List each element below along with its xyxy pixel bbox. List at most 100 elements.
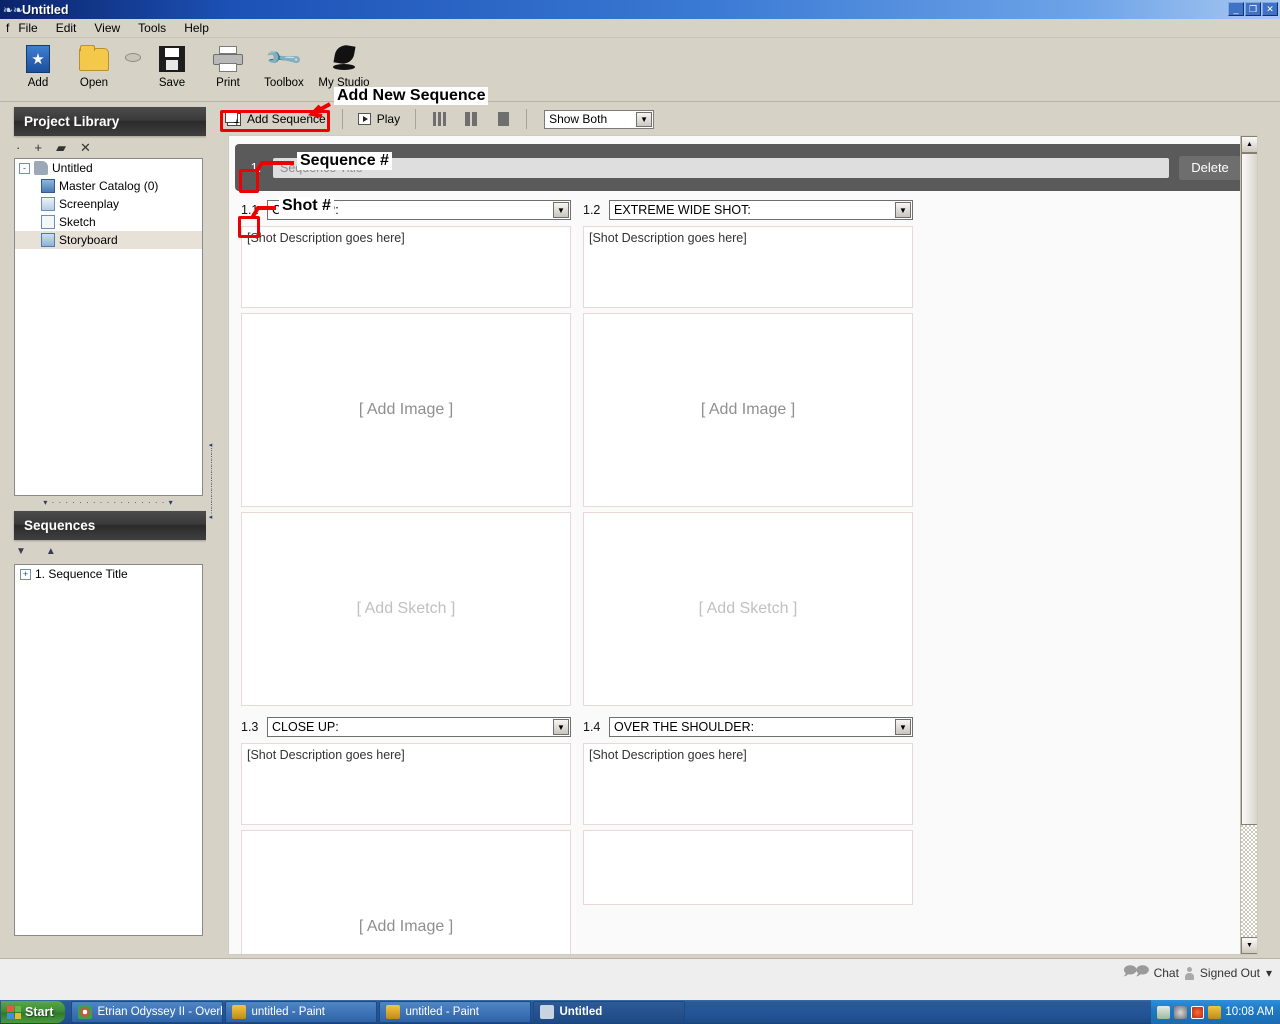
shot-number: 1.4 [583,720,601,734]
sequences-list[interactable]: + 1. Sequence Title [14,564,203,936]
scrollbar-thumb[interactable] [1241,153,1257,825]
sequence-title-input[interactable]: Sequence Title [273,157,1169,178]
scrollbar-track[interactable] [1241,825,1257,937]
expand-icon[interactable]: + [20,568,31,580]
application-window: ❧❧ Untitled _ ❐ ✕ f File Edit View Tools… [0,0,1280,1024]
shot-description-input[interactable]: [Shot Description goes here] [583,226,913,308]
app-icon [34,161,48,175]
book-icon [41,179,55,193]
signed-out-label[interactable]: Signed Out [1200,966,1260,980]
shot-panel-1-1: 1.1 CLOSE UP: ▼ [Shot Description goes h… [235,197,577,714]
chevron-down-icon[interactable]: ▼ [895,202,911,218]
two-column-view-button[interactable] [455,108,487,130]
chevron-down-icon[interactable]: ▼ [636,111,653,127]
taskbar-item-paint-1[interactable]: untitled - Paint [225,1001,378,1023]
scroll-down-button[interactable]: ▼ [1241,937,1257,954]
toolbar-button-print[interactable]: Print [200,38,256,89]
chevron-down-icon[interactable]: ▼ [895,719,911,735]
move-down-icon[interactable]: ▼ [16,546,26,557]
toolbar-button-my-studio[interactable]: My Studio [312,38,376,89]
tree-item-storyboard[interactable]: Storyboard [15,231,202,249]
shot-type-select[interactable]: CLOSE UP: ▼ [267,717,571,737]
minimize-button[interactable]: _ [1228,2,1244,16]
tree-label: Untitled [52,161,93,175]
three-column-view-button[interactable] [423,108,455,130]
shot-description-input[interactable]: [Shot Description goes here] [583,743,913,825]
delete-sequence-button[interactable]: Delete [1179,155,1241,180]
shot-type-select[interactable]: OVER THE SHOULDER: ▼ [609,717,913,737]
taskbar-item-etrian-odyssey[interactable]: Etrian Odyssey II - Overl... [71,1001,224,1023]
toolbar-button-add[interactable]: Add [10,38,66,89]
tree-item-screenplay[interactable]: Screenplay [15,195,202,213]
scroll-up-button[interactable]: ▲ [1241,136,1257,153]
storyboard-toolbar: Add Sequence Play Show Both ▼ [215,105,1280,133]
add-sketch-placeholder[interactable]: [ Add Sketch ] [241,512,571,706]
splitter-grip-icon[interactable]: ◂ ⋮ ⋮ ⋮ ⋮ ⋮ ⋮ ⋮ ⋮ ⋮ ⋮ ⋮ ◂ [208,443,213,553]
shot-type-select[interactable]: EXTREME WIDE SHOT: ▼ [609,200,913,220]
project-library-header: Project Library [14,107,207,136]
add-image-placeholder[interactable] [583,830,913,905]
toolbar-button-save[interactable]: Save [144,38,200,89]
add-sketch-placeholder[interactable]: [ Add Sketch ] [583,512,913,706]
add-icon[interactable]: + [34,141,42,154]
sequences-toolbar: ▼ ▲ [0,540,215,562]
dot-icon[interactable]: · [16,141,20,154]
shot-description-input[interactable]: [Shot Description goes here] [241,743,571,825]
play-button[interactable]: Play [350,109,408,129]
tree-toggle-icon[interactable]: - [19,162,30,174]
app-icon [540,1005,555,1019]
clock[interactable]: 10:08 AM [1225,1006,1274,1018]
add-image-placeholder[interactable]: [ Add Image ] [241,830,571,954]
move-up-icon[interactable]: ▲ [46,546,56,557]
tree-item-untitled[interactable]: - Untitled [15,159,202,177]
show-mode-select[interactable]: Show Both ▼ [544,109,655,129]
shield-icon[interactable] [1191,1005,1205,1019]
left-sidebar: Project Library · + ▰ ✕ - Untitled Maste… [0,103,215,958]
menu-item-view[interactable]: View [85,20,129,36]
chevron-down-icon[interactable]: ▼ [553,202,569,218]
menu-item-tools[interactable]: Tools [129,20,175,36]
vertical-splitter[interactable]: ◂ ⋮ ⋮ ⋮ ⋮ ⋮ ⋮ ⋮ ⋮ ⋮ ⋮ ⋮ ◂ [206,103,215,958]
one-column-view-button[interactable] [487,108,519,130]
menu-item-help[interactable]: Help [175,20,218,36]
chat-label[interactable]: Chat [1154,966,1179,980]
annotation-box-add-sequence [220,110,330,132]
delete-icon[interactable]: ✕ [80,141,91,154]
shot-description-input[interactable]: [Shot Description goes here] [241,226,571,308]
ellipse-icon [122,38,144,72]
volume-icon[interactable] [1174,1005,1188,1019]
toolbar-label-open: Open [79,77,109,89]
menu-bar: f File Edit View Tools Help [0,19,1280,38]
add-image-placeholder[interactable]: [ Add Image ] [241,313,571,507]
windows-flag-icon [7,1005,21,1019]
script-icon [41,197,55,211]
folder-icon[interactable]: ▰ [56,141,66,154]
tree-item-sketch[interactable]: Sketch [15,213,202,231]
sidebar-horizontal-splitter[interactable]: ▾ · · · · · · · · · · · · · · · · · ▾ [14,498,203,507]
storyboard-canvas: 1. Sequence Title Delete 1.1 CLOSE UP: ▼… [228,135,1258,955]
start-button[interactable]: Start [1,1001,66,1023]
chevron-down-icon[interactable]: ▼ [553,719,569,735]
toolbar-button-open[interactable]: Open [66,38,122,89]
project-tree[interactable]: - Untitled Master Catalog (0) Screenplay… [14,158,203,496]
menu-item-file[interactable]: File [9,20,46,36]
network-icon[interactable] [1157,1005,1171,1019]
menu-item-edit[interactable]: Edit [47,20,86,36]
shot-type-value: EXTREME WIDE SHOT: [614,203,751,217]
restore-button[interactable]: ❐ [1245,2,1261,16]
list-item[interactable]: + 1. Sequence Title [15,565,202,583]
tree-item-master-catalog[interactable]: Master Catalog (0) [15,177,202,195]
chevron-down-icon[interactable]: ▾ [1266,966,1272,980]
add-image-placeholder[interactable]: [ Add Image ] [583,313,913,507]
taskbar-item-paint-2[interactable]: untitled - Paint [379,1001,532,1023]
add-star-icon [10,42,66,76]
taskbar-item-untitled[interactable]: Untitled [533,1001,686,1023]
update-icon[interactable] [1208,1005,1222,1019]
project-library-title: Project Library [24,114,120,129]
board-vertical-scrollbar[interactable]: ▲ ▼ [1240,136,1257,954]
shot-type-value: CLOSE UP: [272,720,339,734]
paint-icon [232,1005,247,1019]
toolbar-label-print: Print [216,77,240,89]
close-button[interactable]: ✕ [1262,2,1278,16]
toolbar-button-toolbox[interactable]: 🔧 Toolbox [256,38,312,89]
